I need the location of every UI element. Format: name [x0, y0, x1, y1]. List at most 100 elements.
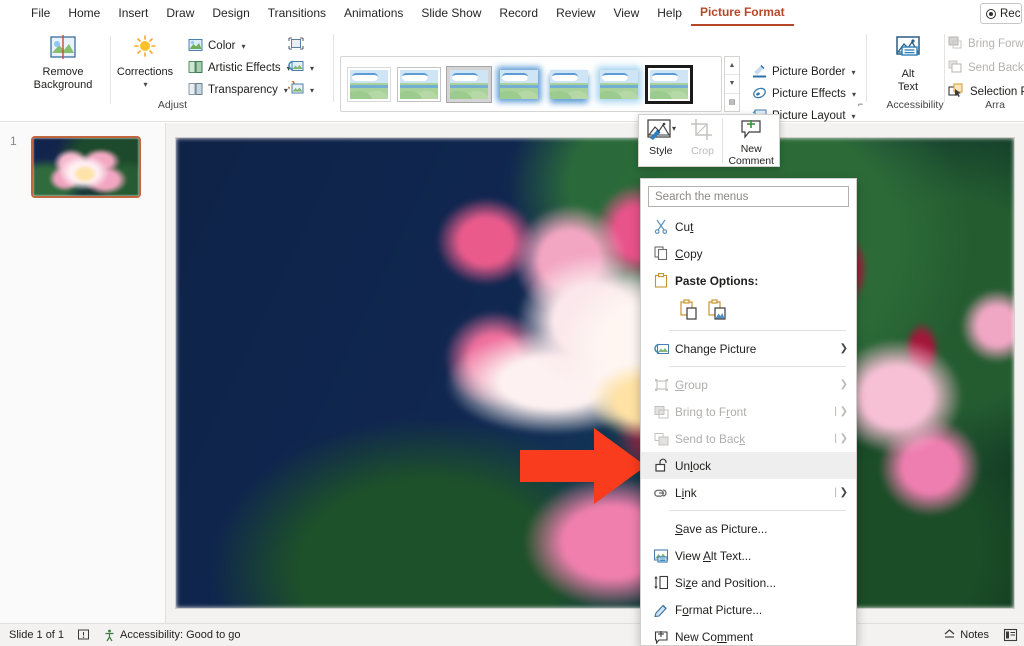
alt-text-label-line1: Alt: [901, 68, 915, 80]
menu-item-new-comment[interactable]: New Comment: [641, 623, 856, 646]
record-button[interactable]: Rec: [980, 3, 1022, 24]
paste-options-row: [641, 294, 856, 326]
color-chevron-down-icon[interactable]: ▾: [241, 42, 245, 51]
picture-style-thumb-6[interactable]: [597, 66, 641, 102]
picture-effects-chevron-down-icon[interactable]: ▾: [852, 90, 856, 99]
menu-item-size-and-position[interactable]: Size and Position...: [641, 569, 856, 596]
picture-styles-scroll[interactable]: ▲ ▼ ▤: [724, 56, 740, 112]
paste-keep-source-formatting-icon[interactable]: [679, 299, 699, 321]
color-button[interactable]: Color ▾: [188, 36, 246, 56]
menu-item-change-picture-label: Change Picture: [675, 341, 757, 356]
menu-item-copy-label: Copy: [675, 246, 703, 261]
menu-item-link[interactable]: Link | ❯: [641, 479, 856, 506]
tab-help[interactable]: Help: [648, 1, 691, 25]
picture-styles-gallery[interactable]: [340, 56, 722, 112]
adjust-group-label: Adjust: [157, 99, 188, 111]
accessibility-dialog-launcher-icon[interactable]: ⌐: [858, 99, 863, 109]
tab-home[interactable]: Home: [59, 1, 109, 25]
search-menus-placeholder: Search the menus: [655, 190, 749, 203]
change-picture-icon: [651, 342, 671, 356]
menu-item-unlock[interactable]: Unlock: [641, 452, 856, 479]
corrections-chevron-down-icon[interactable]: ▾: [143, 78, 147, 91]
remove-background-label: Remove Background: [33, 66, 93, 91]
ribbon-divider-adjust: [333, 34, 334, 102]
mini-toolbar-crop-button[interactable]: Crop: [683, 115, 723, 166]
tab-slide-show[interactable]: Slide Show: [412, 1, 490, 25]
artistic-effects-button[interactable]: Artistic Effects ▾: [188, 58, 291, 78]
slide-editing-surface[interactable]: [175, 137, 1015, 609]
picture-style-thumb-1[interactable]: [347, 66, 391, 102]
tab-file[interactable]: File: [22, 1, 59, 25]
tab-view[interactable]: View: [604, 1, 648, 25]
reset-picture-chevron-down-icon[interactable]: ▾: [310, 86, 314, 95]
tab-draw[interactable]: Draw: [157, 1, 203, 25]
tab-transitions[interactable]: Transitions: [259, 1, 335, 25]
reset-picture-button[interactable]: ▾: [285, 79, 314, 100]
paste-icon: [651, 273, 671, 288]
bring-forward-button[interactable]: Bring Forwa: [948, 34, 1024, 54]
tab-animations[interactable]: Animations: [335, 1, 412, 25]
slide-picture-plumeria[interactable]: [176, 138, 1014, 608]
transparency-button[interactable]: Transparency ▾: [188, 80, 288, 100]
adjust-divider-1: [110, 36, 111, 104]
selection-pane-label: Selection Pa: [970, 86, 1024, 98]
gallery-more-icon[interactable]: ▤: [725, 94, 739, 111]
slide-thumbnail-1[interactable]: [31, 136, 141, 198]
status-bar: Slide 1 of 1 Accessibility: Good to go N…: [0, 623, 1024, 646]
picture-style-thumb-4[interactable]: [497, 66, 541, 102]
paste-picture-icon[interactable]: [707, 299, 727, 321]
notes-chevron-icon: [944, 629, 955, 638]
menu-item-change-picture[interactable]: Change Picture ❯: [641, 335, 856, 362]
picture-style-thumb-2[interactable]: [397, 66, 441, 102]
status-slide-indicator[interactable]: Slide 1 of 1: [9, 629, 64, 641]
picture-border-chevron-down-icon[interactable]: ▾: [852, 68, 856, 77]
mini-toolbar-new-comment-button[interactable]: New Comment: [723, 115, 779, 167]
status-normal-view-button[interactable]: [1003, 628, 1018, 642]
menu-item-link-label: Link: [675, 485, 697, 500]
change-picture-chevron-down-icon[interactable]: ▾: [310, 64, 314, 73]
tab-insert[interactable]: Insert: [109, 1, 157, 25]
picture-style-thumb-7[interactable]: [647, 66, 691, 102]
menu-item-cut[interactable]: Cut: [641, 213, 856, 240]
picture-border-icon: [752, 64, 767, 81]
picture-style-thumb-3[interactable]: [447, 66, 491, 102]
tab-review[interactable]: Review: [547, 1, 604, 25]
menu-item-format-picture-label: Format Picture...: [675, 602, 763, 617]
picture-border-button[interactable]: Picture Border ▾: [752, 62, 856, 82]
group-icon: [651, 378, 671, 392]
status-accessibility[interactable]: Accessibility: Good to go: [103, 629, 241, 642]
mini-toolbar-style-button[interactable]: ▾ Style: [639, 115, 683, 166]
alt-text-label-line2: Text: [897, 81, 919, 93]
status-accessibility-label: Accessibility: Good to go: [120, 629, 241, 641]
compress-pictures-button[interactable]: [288, 35, 304, 55]
alt-text-button[interactable]: Alt Text: [878, 34, 938, 94]
change-picture-ribbon-button[interactable]: ▾: [288, 58, 314, 78]
status-language-icon[interactable]: [77, 629, 90, 642]
tab-record[interactable]: Record: [490, 1, 547, 25]
search-menus-input[interactable]: Search the menus: [648, 186, 849, 207]
menu-item-view-alt-text[interactable]: View Alt Text...: [641, 542, 856, 569]
picture-style-thumb-5[interactable]: [547, 66, 591, 102]
menu-item-format-picture[interactable]: Format Picture...: [641, 596, 856, 623]
send-backward-icon: [948, 60, 963, 77]
menu-item-copy[interactable]: Copy: [641, 240, 856, 267]
status-notes-button[interactable]: Notes: [943, 629, 989, 641]
menu-item-paste-options-label: Paste Options:: [675, 273, 759, 288]
corrections-button[interactable]: Corrections ▾: [114, 34, 176, 91]
menu-item-bring-to-front: Bring to Front | ❯: [641, 398, 856, 425]
reset-picture-icon: [285, 79, 304, 99]
tab-picture-format[interactable]: Picture Format: [690, 0, 794, 26]
picture-layout-chevron-down-icon[interactable]: ▾: [852, 112, 856, 121]
slide-number-label: 1: [10, 134, 17, 148]
tab-design[interactable]: Design: [203, 1, 258, 25]
picture-border-label: Picture Border: [772, 66, 846, 78]
gallery-scroll-up-icon[interactable]: ▲: [725, 57, 739, 76]
remove-background-button[interactable]: Remove Background: [24, 34, 102, 92]
gallery-scroll-down-icon[interactable]: ▼: [725, 75, 739, 94]
picture-effects-button[interactable]: Picture Effects ▾: [752, 84, 856, 104]
change-picture-icon: [288, 59, 304, 77]
mini-floating-toolbar: ▾ Style Crop New Comment: [638, 114, 780, 167]
menu-item-save-as-picture[interactable]: Save as Picture...: [641, 515, 856, 542]
new-comment-icon: [651, 630, 671, 644]
send-backward-button[interactable]: Send Backw: [948, 58, 1024, 78]
